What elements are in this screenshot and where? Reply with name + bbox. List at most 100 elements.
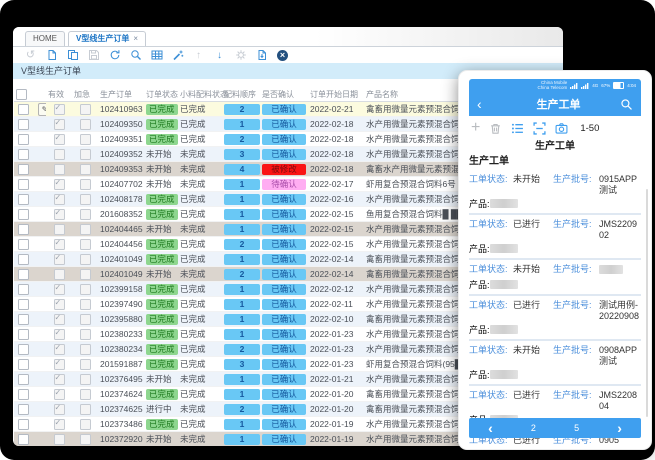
valid-checkbox[interactable] [54, 119, 65, 130]
undo-icon[interactable]: ↺ [24, 49, 37, 61]
work-order-card[interactable]: 工单状态:未开始生产批号:产品: [469, 258, 641, 294]
valid-checkbox[interactable] [54, 134, 65, 145]
search-icon[interactable] [129, 49, 142, 61]
search-icon[interactable] [620, 98, 633, 111]
select-all-checkbox[interactable] [16, 89, 27, 100]
row-checkbox[interactable] [18, 254, 29, 265]
row-checkbox[interactable] [18, 434, 29, 445]
urgent-checkbox[interactable] [80, 284, 91, 295]
phone-scrollbar[interactable] [646, 189, 648, 417]
close-circle-icon[interactable]: × [276, 49, 289, 61]
copy-icon[interactable] [66, 49, 79, 61]
urgent-checkbox[interactable] [80, 119, 91, 130]
row-checkbox[interactable] [18, 404, 29, 415]
column-header[interactable]: 小料配料状态 [178, 88, 222, 102]
urgent-checkbox[interactable] [80, 149, 91, 160]
urgent-checkbox[interactable] [80, 374, 91, 385]
urgent-checkbox[interactable] [80, 254, 91, 265]
row-checkbox[interactable] [18, 344, 29, 355]
row-checkbox[interactable] [18, 299, 29, 310]
tab-close-icon[interactable]: × [133, 34, 138, 43]
row-checkbox[interactable] [18, 149, 29, 160]
valid-checkbox[interactable] [54, 254, 65, 265]
row-checkbox[interactable] [18, 104, 29, 115]
scan-icon[interactable] [533, 122, 546, 135]
tab-home[interactable]: HOME [25, 31, 65, 46]
valid-checkbox[interactable] [54, 224, 65, 235]
urgent-checkbox[interactable] [80, 269, 91, 280]
filter-wand-icon[interactable] [171, 49, 184, 61]
valid-checkbox[interactable] [54, 284, 65, 295]
current-page[interactable]: 2 [531, 423, 536, 433]
prev-page-icon[interactable]: ‹ [488, 419, 493, 437]
arrow-down-icon[interactable]: ↓ [213, 49, 226, 61]
urgent-checkbox[interactable] [80, 194, 91, 205]
column-header[interactable]: 订单状态 [144, 88, 178, 102]
valid-checkbox[interactable] [54, 299, 65, 310]
valid-checkbox[interactable] [54, 374, 65, 385]
row-checkbox[interactable] [18, 359, 29, 370]
urgent-checkbox[interactable] [80, 314, 91, 325]
valid-checkbox[interactable] [54, 329, 65, 340]
work-order-card[interactable]: 工单状态:已进行生产批号:JMS220902产品: [469, 213, 641, 258]
row-checkbox[interactable] [18, 119, 29, 130]
row-checkbox[interactable] [18, 194, 29, 205]
column-header[interactable] [32, 88, 46, 102]
total-pages[interactable]: 5 [574, 423, 579, 433]
edit-pencil-icon[interactable]: ✎ [38, 103, 46, 116]
column-header[interactable]: 是否确认 [260, 88, 308, 102]
urgent-checkbox[interactable] [80, 299, 91, 310]
new-doc-icon[interactable] [45, 49, 58, 61]
row-checkbox[interactable] [18, 239, 29, 250]
row-checkbox[interactable] [18, 389, 29, 400]
urgent-checkbox[interactable] [80, 329, 91, 340]
row-checkbox[interactable] [18, 134, 29, 145]
table-icon[interactable] [150, 49, 163, 61]
column-header[interactable]: 配料顺序 [222, 88, 260, 102]
row-checkbox[interactable] [18, 314, 29, 325]
next-page-icon[interactable]: › [617, 419, 622, 437]
row-checkbox[interactable] [18, 284, 29, 295]
valid-checkbox[interactable] [54, 239, 65, 250]
valid-checkbox[interactable] [54, 179, 65, 190]
trash-icon[interactable] [489, 122, 502, 135]
column-header[interactable]: 有效 [46, 88, 72, 102]
row-checkbox[interactable] [18, 209, 29, 220]
valid-checkbox[interactable] [54, 419, 65, 430]
tab-production-orders[interactable]: V型线生产订单× [68, 31, 146, 46]
urgent-checkbox[interactable] [80, 164, 91, 175]
urgent-checkbox[interactable] [80, 359, 91, 370]
valid-checkbox[interactable] [54, 404, 65, 415]
valid-checkbox[interactable] [54, 269, 65, 280]
row-checkbox[interactable] [18, 419, 29, 430]
row-checkbox[interactable] [18, 164, 29, 175]
row-checkbox[interactable] [18, 374, 29, 385]
export-icon[interactable] [255, 49, 268, 61]
row-checkbox[interactable] [18, 179, 29, 190]
urgent-checkbox[interactable] [80, 434, 91, 445]
gear-icon[interactable] [234, 49, 247, 61]
work-order-card[interactable]: 工单状态:未开始生产批号:0915APP测试产品: [469, 170, 641, 213]
row-checkbox[interactable] [18, 269, 29, 280]
valid-checkbox[interactable] [54, 104, 65, 115]
row-checkbox[interactable] [18, 329, 29, 340]
urgent-checkbox[interactable] [80, 389, 91, 400]
column-header[interactable]: 订单开始日期 [308, 88, 364, 102]
valid-checkbox[interactable] [54, 344, 65, 355]
valid-checkbox[interactable] [54, 209, 65, 220]
column-header[interactable]: 加急 [72, 88, 98, 102]
arrow-up-icon[interactable]: ↑ [192, 49, 205, 61]
urgent-checkbox[interactable] [80, 179, 91, 190]
valid-checkbox[interactable] [54, 314, 65, 325]
valid-checkbox[interactable] [54, 194, 65, 205]
valid-checkbox[interactable] [54, 359, 65, 370]
urgent-checkbox[interactable] [80, 209, 91, 220]
urgent-checkbox[interactable] [80, 134, 91, 145]
back-chevron-icon[interactable]: ‹ [477, 93, 497, 115]
work-order-card[interactable]: 工单状态:未开始生产批号:0908APP测试产品: [469, 339, 641, 384]
camera-icon[interactable] [555, 122, 568, 135]
plus-icon[interactable]: + [471, 121, 480, 135]
save-icon[interactable] [87, 49, 100, 61]
column-header[interactable]: 生产订单 [98, 88, 144, 102]
urgent-checkbox[interactable] [80, 104, 91, 115]
